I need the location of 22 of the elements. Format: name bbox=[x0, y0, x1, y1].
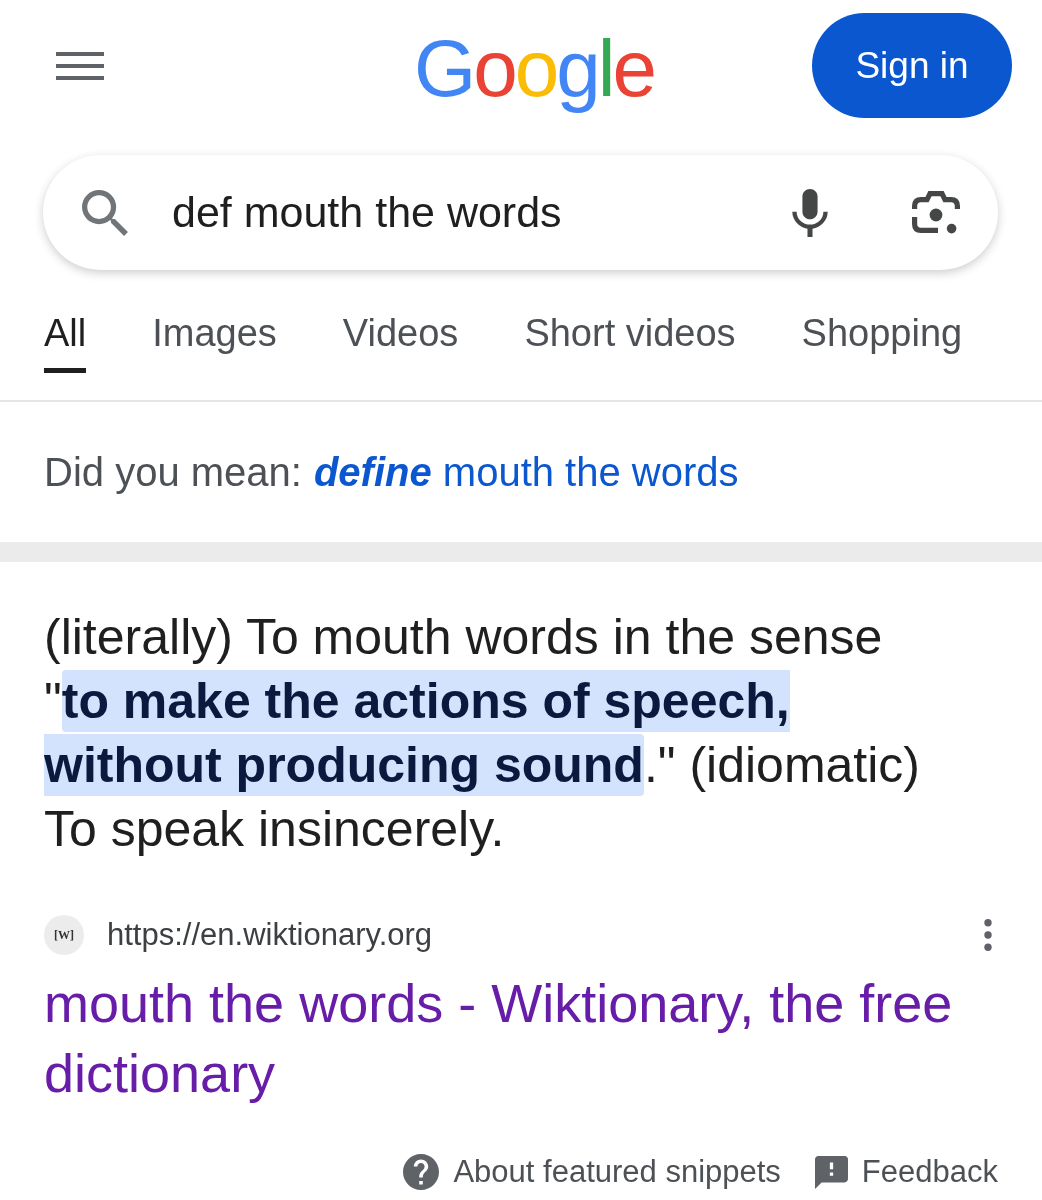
source-url: https://en.wiktionary.org bbox=[107, 917, 433, 953]
tab[interactable]: Short videos bbox=[524, 310, 736, 373]
help-icon bbox=[403, 1154, 440, 1190]
did-you-mean-label: Did you mean: bbox=[44, 450, 302, 494]
footer-link[interactable]: Feedback bbox=[861, 1154, 998, 1190]
microphone-icon[interactable] bbox=[792, 188, 828, 237]
tab[interactable]: Videos bbox=[342, 310, 459, 373]
tab[interactable]: Images bbox=[152, 310, 277, 373]
google-logo: Google bbox=[414, 22, 654, 114]
tab[interactable]: All bbox=[44, 310, 87, 373]
site-favicon: [W] bbox=[44, 915, 84, 955]
sign-in-button[interactable]: Sign in bbox=[812, 13, 1012, 118]
search-field[interactable]: def mouth the words bbox=[172, 188, 792, 237]
snippet-text: (literally) To mouth words in the sense "to make the actions of speech, without producing sound." (idiomatic) To speak insincerely. bbox=[44, 608, 921, 859]
tab[interactable]: Shopping bbox=[801, 310, 963, 373]
menu-icon[interactable] bbox=[56, 51, 104, 80]
suggestion-link[interactable]: define mouth the words bbox=[313, 450, 739, 494]
search-icon[interactable] bbox=[82, 189, 128, 236]
footer-link[interactable]: About featured snippets bbox=[453, 1154, 781, 1190]
more-options-icon[interactable] bbox=[983, 919, 993, 951]
feedback-icon bbox=[814, 1155, 848, 1189]
result-title-link[interactable]: mouth the words - Wiktionary, the free dictionary bbox=[44, 968, 998, 1108]
